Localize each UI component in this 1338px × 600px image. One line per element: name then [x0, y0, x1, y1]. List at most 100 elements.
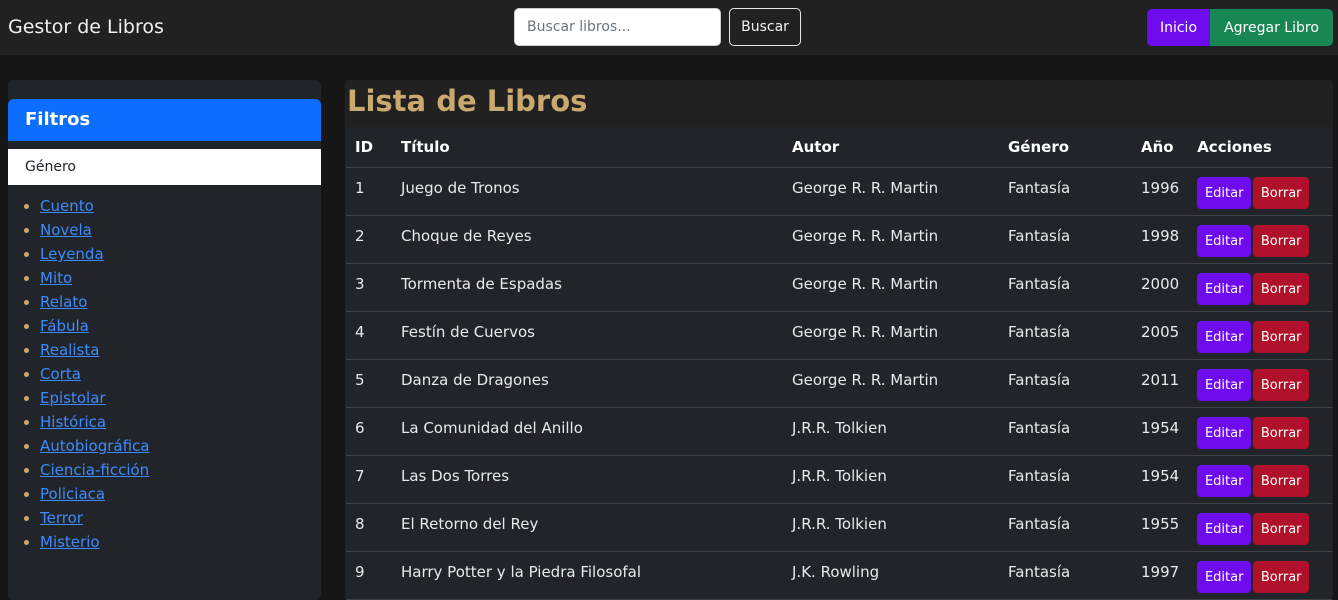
cell-actions: Editar Borrar — [1188, 503, 1332, 552]
cell-year-text: 2005 — [1141, 323, 1180, 341]
cell-year: 1998 — [1132, 215, 1189, 264]
cell-genre-text: Fantasía — [1008, 419, 1071, 437]
cell-id-text: 3 — [355, 275, 365, 293]
cell-title: Festín de Cuervos — [392, 311, 783, 360]
cell-actions: Editar Borrar — [1188, 215, 1332, 264]
cell-id: 4 — [346, 311, 392, 360]
cell-year: 2005 — [1132, 311, 1189, 360]
cell-genre: Fantasía — [999, 503, 1132, 552]
edit-button[interactable]: Editar — [1197, 513, 1252, 545]
genre-link[interactable]: Realista — [40, 341, 99, 359]
cell-genre: Fantasía — [999, 359, 1132, 408]
genre-list-item: Terror — [40, 508, 149, 532]
genre-list-item: Autobiográfica — [40, 436, 149, 460]
table-row: 9 Harry Potter y la Piedra Filosofal J.K. … — [346, 551, 1332, 600]
add-book-button[interactable]: Agregar Libro — [1210, 9, 1333, 46]
edit-button[interactable]: Editar — [1197, 273, 1252, 305]
cell-year-text: 2000 — [1141, 275, 1180, 293]
genre-list-item: Epistolar — [40, 388, 149, 412]
cell-author: J.R.R. Tolkien — [783, 503, 999, 552]
search-button[interactable]: Buscar — [729, 8, 801, 46]
cell-id-text: 5 — [355, 371, 365, 389]
genre-list-item: Histórica — [40, 412, 149, 436]
cell-author: J.R.R. Tolkien — [783, 455, 999, 504]
cell-genre-text: Fantasía — [1008, 323, 1071, 341]
genre-link[interactable]: Histórica — [40, 413, 106, 431]
cell-actions: Editar Borrar — [1188, 167, 1332, 216]
genre-header: Género — [8, 149, 321, 185]
genre-link[interactable]: Fábula — [40, 317, 89, 335]
delete-button[interactable]: Borrar — [1253, 177, 1310, 209]
genre-list-item: Fábula — [40, 316, 149, 340]
delete-button[interactable]: Borrar — [1253, 369, 1310, 401]
cell-id: 8 — [346, 503, 392, 552]
genre-list-item: Policiaca — [40, 484, 149, 508]
genre-link[interactable]: Corta — [40, 365, 81, 383]
cell-author: J.R.R. Tolkien — [783, 407, 999, 456]
cell-author-text: J.R.R. Tolkien — [792, 419, 887, 437]
cell-genre: Fantasía — [999, 551, 1132, 600]
cell-title-text: Juego de Tronos — [401, 179, 520, 197]
cell-id: 5 — [346, 359, 392, 408]
cell-title-text: Danza de Dragones — [401, 371, 549, 389]
column-header-genre: Género — [999, 127, 1132, 168]
genre-link[interactable]: Misterio — [40, 533, 100, 551]
cell-actions: Editar Borrar — [1188, 407, 1332, 456]
genre-link[interactable]: Mito — [40, 269, 72, 287]
cell-title-text: Choque de Reyes — [401, 227, 532, 245]
cell-title: La Comunidad del Anillo — [392, 407, 783, 456]
cell-year: 1997 — [1132, 551, 1189, 600]
genre-link[interactable]: Relato — [40, 293, 87, 311]
genre-link[interactable]: Ciencia-ficción — [40, 461, 149, 479]
table-body: 1 Juego de Tronos George R. R. Martin Fanta… — [346, 167, 1332, 600]
cell-title-text: La Comunidad del Anillo — [401, 419, 583, 437]
cell-id: 7 — [346, 455, 392, 504]
edit-button[interactable]: Editar — [1197, 225, 1252, 257]
cell-author: George R. R. Martin — [783, 167, 999, 216]
delete-button[interactable]: Borrar — [1253, 321, 1310, 353]
genre-link[interactable]: Leyenda — [40, 245, 104, 263]
genre-link[interactable]: Epistolar — [40, 389, 106, 407]
genre-link[interactable]: Policiaca — [40, 485, 105, 503]
genre-list-item: Corta — [40, 364, 149, 388]
cell-year-text: 1954 — [1141, 467, 1180, 485]
edit-button[interactable]: Editar — [1197, 561, 1252, 593]
genre-link[interactable]: Terror — [40, 509, 83, 527]
books-table: ID Título Autor Género Año Acciones 1 Jue… — [346, 127, 1332, 600]
cell-genre-text: Fantasía — [1008, 227, 1071, 245]
edit-button[interactable]: Editar — [1197, 177, 1252, 209]
delete-button[interactable]: Borrar — [1253, 225, 1310, 257]
cell-title: Choque de Reyes — [392, 215, 783, 264]
delete-button[interactable]: Borrar — [1253, 513, 1310, 545]
cell-genre-text: Fantasía — [1008, 371, 1071, 389]
genre-link[interactable]: Novela — [40, 221, 92, 239]
edit-button[interactable]: Editar — [1197, 321, 1252, 353]
genre-link[interactable]: Autobiográfica — [40, 437, 149, 455]
cell-actions: Editar Borrar — [1188, 455, 1332, 504]
cell-year-text: 2011 — [1141, 371, 1180, 389]
search-input[interactable] — [514, 8, 721, 46]
table-row: 2 Choque de Reyes George R. R. Martin Fanta… — [346, 215, 1332, 264]
cell-author: George R. R. Martin — [783, 311, 999, 360]
cell-author: George R. R. Martin — [783, 263, 999, 312]
column-header-title: Título — [392, 127, 783, 168]
delete-button[interactable]: Borrar — [1253, 417, 1310, 449]
edit-button[interactable]: Editar — [1197, 369, 1252, 401]
cell-genre-text: Fantasía — [1008, 275, 1071, 293]
cell-title-text: El Retorno del Rey — [401, 515, 539, 533]
home-button[interactable]: Inicio — [1147, 9, 1210, 46]
cell-id-text: 6 — [355, 419, 365, 437]
cell-genre-text: Fantasía — [1008, 179, 1071, 197]
delete-button[interactable]: Borrar — [1253, 465, 1310, 497]
edit-button[interactable]: Editar — [1197, 417, 1252, 449]
delete-button[interactable]: Borrar — [1253, 561, 1310, 593]
cell-year-text: 1955 — [1141, 515, 1180, 533]
delete-button[interactable]: Borrar — [1253, 273, 1310, 305]
genre-list: Cuento Novela Leyenda Mito Relato Fábula Reali… — [40, 196, 149, 556]
edit-button[interactable]: Editar — [1197, 465, 1252, 497]
cell-genre-text: Fantasía — [1008, 515, 1071, 533]
genre-link[interactable]: Cuento — [40, 197, 94, 215]
genre-list-item: Novela — [40, 220, 149, 244]
cell-id-text: 2 — [355, 227, 365, 245]
brand-title[interactable]: Gestor de Libros — [8, 16, 164, 38]
